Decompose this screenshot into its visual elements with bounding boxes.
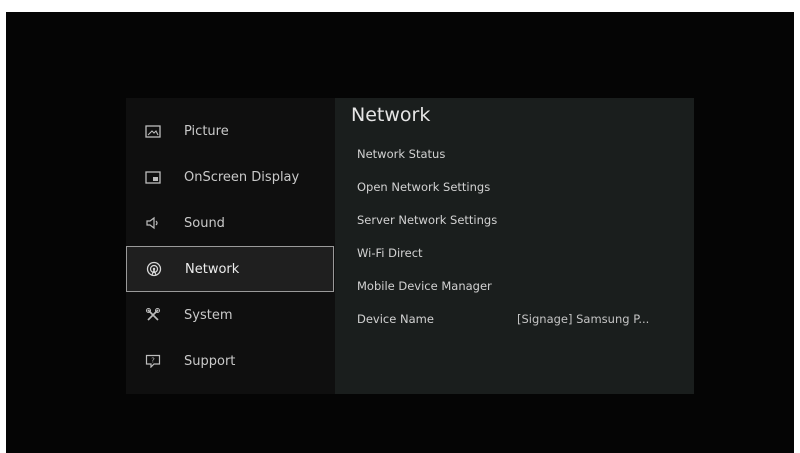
sidebar-item-system[interactable]: System (126, 292, 334, 338)
speaker-icon (144, 215, 162, 231)
sidebar-item-label: Network (185, 261, 240, 277)
device-name-value: [Signage] Samsung P... (517, 312, 650, 326)
menu-item-label: Open Network Settings (357, 180, 491, 194)
tools-icon (144, 307, 162, 323)
sidebar-item-label: Sound (184, 215, 225, 231)
settings-menu: Picture OnScreen Display Sound Network S… (126, 98, 694, 394)
menu-item-label: Mobile Device Manager (357, 279, 492, 293)
network-submenu: Network Network Status Open Network Sett… (335, 98, 694, 394)
menu-item-mobile-device-manager[interactable]: Mobile Device Manager (357, 276, 677, 296)
sidebar-item-network[interactable]: Network (126, 246, 334, 292)
menu-item-device-name[interactable]: Device Name [Signage] Samsung P... (357, 309, 677, 329)
svg-text:?: ? (151, 357, 155, 365)
settings-sidebar: Picture OnScreen Display Sound Network S… (126, 98, 334, 394)
menu-item-label: Device Name (357, 312, 434, 326)
sidebar-item-label: Picture (184, 123, 229, 139)
menu-item-wifi-direct[interactable]: Wi-Fi Direct (357, 243, 677, 263)
sidebar-item-label: OnScreen Display (184, 169, 300, 185)
menu-item-open-network-settings[interactable]: Open Network Settings (357, 177, 677, 197)
sidebar-item-label: System (184, 307, 233, 323)
page-title: Network (351, 104, 431, 126)
menu-item-network-status[interactable]: Network Status (357, 144, 677, 164)
sidebar-item-sound[interactable]: Sound (126, 200, 334, 246)
menu-item-server-network-settings[interactable]: Server Network Settings (357, 210, 677, 230)
sidebar-item-onscreen-display[interactable]: OnScreen Display (126, 154, 334, 200)
menu-item-label: Network Status (357, 147, 446, 161)
sidebar-item-picture[interactable]: Picture (126, 108, 334, 154)
sidebar-item-label: Support (184, 353, 236, 369)
network-icon (145, 261, 163, 277)
onscreen-display-icon (144, 169, 162, 185)
sidebar-item-support[interactable]: ? Support (126, 338, 334, 384)
menu-item-label: Wi-Fi Direct (357, 246, 423, 260)
tv-screen: Picture OnScreen Display Sound Network S… (6, 12, 794, 453)
menu-item-label: Server Network Settings (357, 213, 498, 227)
support-icon: ? (144, 353, 162, 369)
picture-icon (144, 123, 162, 139)
